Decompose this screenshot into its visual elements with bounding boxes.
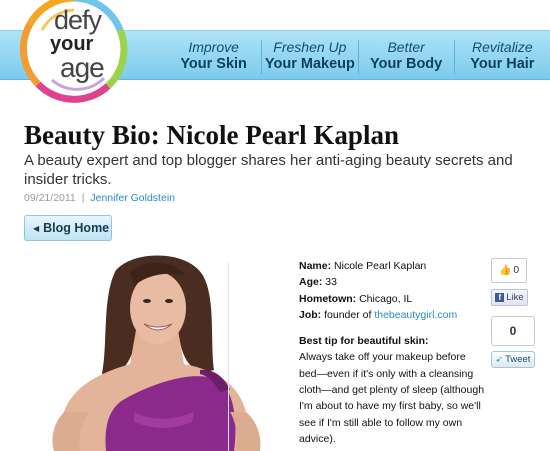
article-meta: 09/21/2011 | Jennifer Goldstein — [24, 192, 175, 204]
logo-line-defy: defy — [54, 5, 102, 35]
bio-age-value: 33 — [325, 276, 337, 289]
bio-tip-text: Always take off your makeup before bed—e… — [299, 351, 485, 445]
portrait-photo — [24, 252, 286, 451]
bio-name-value: Nicole Pearl Kaplan — [334, 260, 427, 272]
logo-wordmark: defy your age — [50, 5, 105, 83]
facebook-like-button[interactable]: f Like — [491, 289, 528, 306]
bio-job-link[interactable]: thebeautygirl.com — [374, 309, 457, 321]
bio-hometown-value: Chicago, IL — [359, 292, 413, 305]
site-logo[interactable]: defy your age — [8, 0, 144, 106]
blog-home-button[interactable]: ◀ Blog Home — [24, 215, 112, 241]
main-nav: Improve Your Skin Freshen Up Your Makeup… — [166, 40, 550, 74]
bio-name-row: Name: Nicole Pearl Kaplan — [299, 258, 499, 274]
bio-section: Name: Nicole Pearl Kaplan Age: 33 Hometo… — [299, 258, 499, 447]
bio-name-label: Name: — [299, 260, 332, 272]
bio-tip-label: Best tip for beautiful skin: — [299, 335, 429, 348]
nav-item-bottom: Your Makeup — [264, 56, 355, 72]
blog-home-label: Blog Home — [43, 221, 110, 235]
nav-item-body[interactable]: Better Your Body — [357, 39, 454, 74]
site-header: defy your age Improve Your Skin Freshen … — [0, 0, 550, 108]
thumbs-up-icon: 👍 — [498, 265, 512, 276]
nav-item-top: Improve — [188, 39, 239, 55]
nav-item-makeup[interactable]: Freshen Up Your Makeup — [261, 40, 357, 74]
left-arrow-icon: ◀ — [33, 223, 40, 233]
facebook-icon: f — [495, 293, 505, 302]
bio-hometown-label: Hometown: — [299, 292, 357, 305]
tweet-count: 0 — [491, 316, 535, 346]
nav-item-top: Revitalize — [472, 39, 533, 55]
article-date: 09/21/2011 — [24, 192, 76, 204]
bio-age-row: Age: 33 — [299, 274, 499, 290]
twitter-bird-icon: ➹ — [495, 354, 504, 364]
bio-job-prefix: founder of — [324, 308, 372, 321]
facebook-like-label: Like — [506, 292, 524, 303]
author-link[interactable]: Jennifer Goldstein — [90, 192, 175, 204]
bio-job-label: Job: — [299, 308, 322, 321]
facebook-like-count: 👍 0 — [491, 258, 527, 283]
bio-hometown-row: Hometown: Chicago, IL — [299, 291, 499, 307]
nav-item-top: Freshen Up — [273, 39, 347, 55]
meta-separator: | — [81, 192, 85, 204]
facebook-count-value: 0 — [513, 265, 519, 276]
tweet-button[interactable]: ➹ Tweet — [491, 351, 535, 368]
nav-item-hair[interactable]: Revitalize Your Hair — [453, 39, 550, 74]
logo-line-age: age — [60, 52, 105, 83]
article-title: Beauty Bio: Nicole Pearl Kaplan — [24, 120, 399, 150]
nav-item-bottom: Your Body — [370, 56, 443, 72]
nav-item-top: Better — [387, 39, 425, 55]
nav-item-bottom: Your Hair — [470, 56, 535, 72]
tweet-label: Tweet — [505, 354, 531, 365]
article-subtitle: A beauty expert and top blogger shares h… — [24, 152, 513, 188]
bio-job-row: Job: founder of thebeautygirl.com — [299, 307, 499, 323]
bio-age-label: Age: — [299, 276, 323, 289]
portrait-divider — [228, 262, 229, 451]
nav-item-bottom: Your Skin — [180, 56, 247, 72]
nav-item-skin[interactable]: Improve Your Skin — [166, 40, 261, 74]
